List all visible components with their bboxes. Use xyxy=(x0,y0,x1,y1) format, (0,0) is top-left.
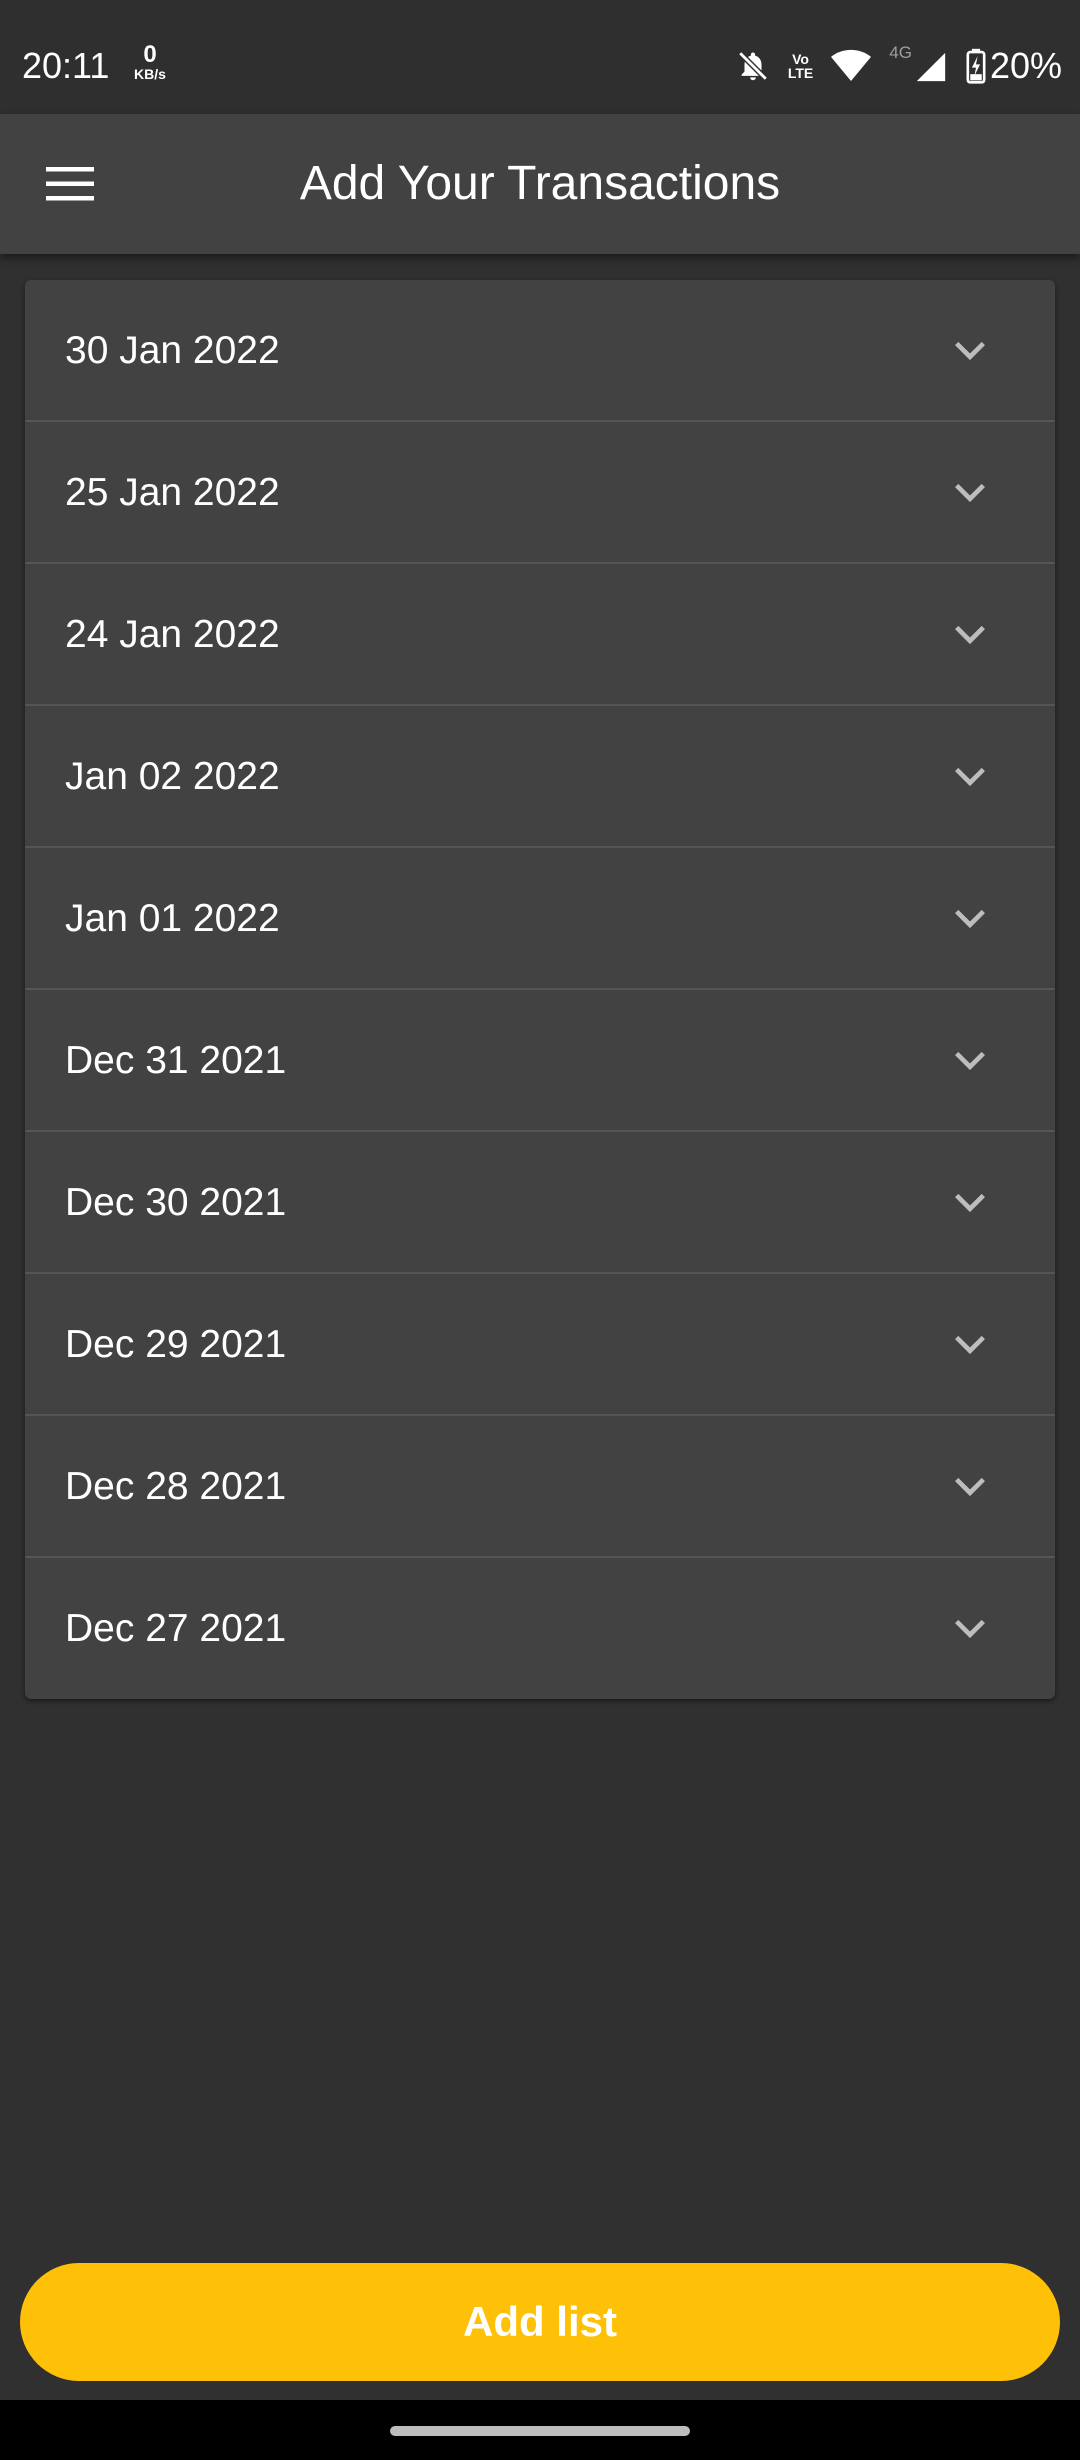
battery-percentage: 20% xyxy=(989,45,1062,86)
date-row[interactable]: Jan 02 2022 xyxy=(25,706,1055,848)
chevron-down-icon[interactable] xyxy=(950,1609,990,1649)
date-list: 30 Jan 2022 25 Jan 2022 24 Jan 2022 Jan … xyxy=(25,280,1055,1699)
network-speed-unit: KB/s xyxy=(134,66,166,82)
date-row[interactable]: 30 Jan 2022 xyxy=(25,280,1055,422)
date-row[interactable]: Dec 28 2021 xyxy=(25,1416,1055,1558)
date-label: 30 Jan 2022 xyxy=(65,329,280,372)
chevron-down-icon[interactable] xyxy=(950,899,990,939)
menu-button[interactable] xyxy=(30,154,110,214)
date-label: Dec 28 2021 xyxy=(65,1465,287,1508)
date-label: Dec 30 2021 xyxy=(65,1181,287,1224)
date-label: 25 Jan 2022 xyxy=(65,471,280,514)
date-row[interactable]: Dec 29 2021 xyxy=(25,1274,1055,1416)
screen: 20:11 0 KB/s Vo LTE 4G 20% Add Your Tran… xyxy=(0,0,1080,2460)
menu-icon xyxy=(46,167,94,201)
date-row[interactable]: Dec 30 2021 xyxy=(25,1132,1055,1274)
date-row[interactable]: Jan 01 2022 xyxy=(25,848,1055,990)
signal-icon xyxy=(914,44,948,84)
chevron-down-icon[interactable] xyxy=(950,473,990,513)
navigation-bar xyxy=(0,2400,1080,2460)
status-bar: 20:11 0 KB/s Vo LTE 4G 20% xyxy=(0,0,1080,114)
date-row[interactable]: Dec 31 2021 xyxy=(25,990,1055,1132)
date-label: Dec 29 2021 xyxy=(65,1323,287,1366)
app-bar: Add Your Transactions xyxy=(0,114,1080,254)
date-row[interactable]: 24 Jan 2022 xyxy=(25,564,1055,706)
volte-bottom-label: LTE xyxy=(787,65,814,81)
network-speed: 0 KB/s xyxy=(128,41,172,83)
page-title: Add Your Transactions xyxy=(299,157,781,210)
date-label: Jan 01 2022 xyxy=(65,897,280,940)
chevron-down-icon[interactable] xyxy=(950,757,990,797)
status-time: 20:11 xyxy=(22,45,110,86)
chevron-down-icon[interactable] xyxy=(950,331,990,371)
chevron-down-icon[interactable] xyxy=(950,615,990,655)
volte-icon: Vo LTE xyxy=(788,52,813,80)
date-label: Jan 02 2022 xyxy=(65,755,280,798)
home-gesture-handle[interactable] xyxy=(390,2426,690,2436)
wifi-icon xyxy=(831,49,872,83)
volte-top-label: Vo xyxy=(792,51,809,67)
status-icons: Vo LTE 4G 20% xyxy=(736,44,1062,88)
battery-charging-icon xyxy=(966,48,986,84)
bell-off-icon xyxy=(736,48,770,84)
date-row[interactable]: 25 Jan 2022 xyxy=(25,422,1055,564)
date-label: 24 Jan 2022 xyxy=(65,613,280,656)
date-label: Dec 27 2021 xyxy=(65,1607,287,1650)
date-row[interactable]: Dec 27 2021 xyxy=(25,1558,1055,1699)
chevron-down-icon[interactable] xyxy=(950,1467,990,1507)
chevron-down-icon[interactable] xyxy=(950,1183,990,1223)
add-list-button[interactable]: Add list xyxy=(20,2263,1060,2381)
date-label: Dec 31 2021 xyxy=(65,1039,287,1082)
chevron-down-icon[interactable] xyxy=(950,1041,990,1081)
network-type-label: 4G xyxy=(889,43,912,62)
chevron-down-icon[interactable] xyxy=(950,1325,990,1365)
network-speed-value: 0 xyxy=(143,41,157,68)
